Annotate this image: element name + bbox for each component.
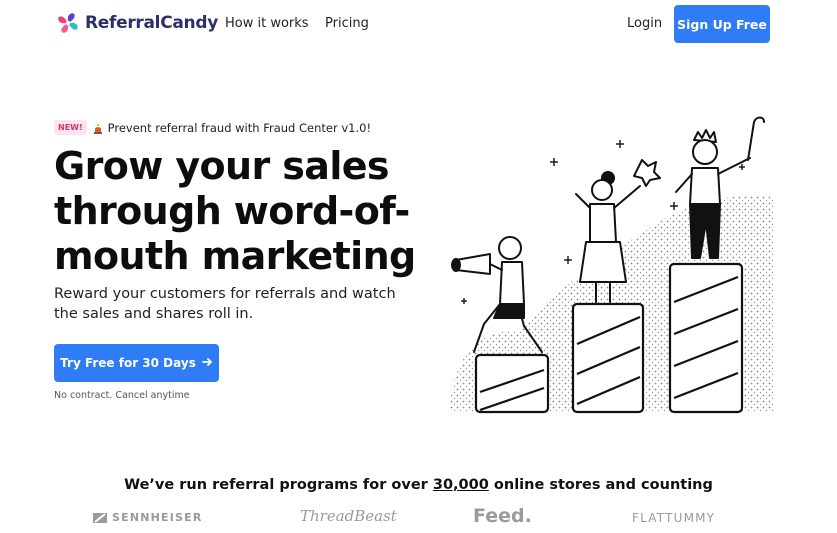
customer-logos: SENNHEISER ThreadBeast Feed. FLATTUMMY bbox=[0, 505, 837, 533]
try-free-label: Try Free for 30 Days bbox=[60, 356, 196, 370]
trust-suffix: online stores and counting bbox=[493, 477, 713, 493]
new-badge: NEW! bbox=[54, 120, 87, 135]
store-count: 30,000 bbox=[432, 477, 489, 493]
announcement-banner[interactable]: NEW! Prevent referral fraud with Fraud C… bbox=[54, 120, 371, 135]
podium-people-illustration bbox=[450, 116, 774, 414]
alarm-light-icon bbox=[93, 123, 103, 134]
flattummy-logo: FLATTUMMY bbox=[632, 511, 716, 525]
threadbeast-logo: ThreadBeast bbox=[300, 507, 397, 525]
sennheiser-logo: SENNHEISER bbox=[93, 511, 203, 524]
login-link[interactable]: Login bbox=[627, 16, 662, 31]
nav-link-pricing[interactable]: Pricing bbox=[325, 16, 369, 31]
nav-link-how-it-works[interactable]: How it works bbox=[225, 16, 309, 31]
hero-title: Grow your sales through word-of-mouth ma… bbox=[54, 144, 416, 278]
hero-subtitle: Reward your customers for referrals and … bbox=[54, 286, 396, 322]
brand-name: ReferralCandy bbox=[85, 13, 219, 33]
no-contract-note: No contract. Cancel anytime bbox=[54, 390, 190, 401]
sign-up-button[interactable]: Sign Up Free bbox=[674, 5, 770, 43]
referralcandy-logo-icon bbox=[58, 13, 78, 33]
arrow-right-icon bbox=[201, 356, 213, 370]
announcement-text: Prevent referral fraud with Fraud Center… bbox=[107, 120, 372, 135]
brand-logo[interactable]: ReferralCandy bbox=[54, 9, 218, 37]
try-free-button[interactable]: Try Free for 30 Days bbox=[54, 344, 219, 382]
sennheiser-mark-icon bbox=[93, 512, 107, 523]
social-proof-line: We’ve run referral programs for over 30,… bbox=[0, 477, 837, 493]
trust-prefix: We’ve run referral programs for over bbox=[124, 477, 428, 493]
hero-illustration bbox=[444, 112, 780, 417]
top-navigation: ReferralCandy How it works Pricing Login… bbox=[0, 0, 837, 48]
feed-logo: Feed. bbox=[473, 505, 532, 527]
sennheiser-wordmark: SENNHEISER bbox=[112, 511, 203, 524]
